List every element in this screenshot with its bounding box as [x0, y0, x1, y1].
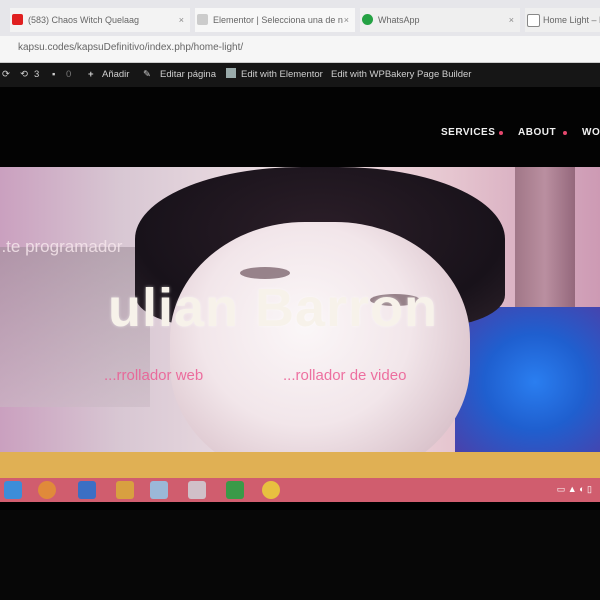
whatsapp-icon: [362, 14, 373, 25]
page-icon: [527, 14, 540, 27]
background-blanket: [455, 307, 600, 452]
hero-section: ...te programador ulian Barron ...rrolla…: [0, 167, 600, 452]
browser-tab-strip: (583) Chaos Witch Quelaag × Elementor | …: [0, 0, 600, 36]
tab-label: Home Light – K: [543, 15, 600, 25]
comments-count[interactable]: 0: [66, 69, 71, 80]
tab-label: WhatsApp: [378, 15, 420, 25]
edit-with-wpbakery-link[interactable]: Edit with WPBakery Page Builder: [331, 69, 471, 80]
url-text[interactable]: kapsu.codes/kapsuDefinitivo/index.php/ho…: [18, 42, 243, 53]
address-bar[interactable]: kapsu.codes/kapsuDefinitivo/index.php/ho…: [0, 36, 600, 63]
site-header: SERVICES ABOUT WO: [0, 87, 600, 167]
excel-icon[interactable]: [226, 481, 244, 499]
pencil-icon: ✎: [143, 69, 151, 80]
network-app-icon[interactable]: [150, 481, 168, 499]
wp-admin-bar: ⟳ ⟲ 3 ▪ 0 + Añadir ✎ Editar página Edit …: [0, 63, 600, 87]
tab-label: Elementor | Selecciona una de n: [213, 15, 343, 25]
browser-tab-home-light[interactable]: Home Light – K: [525, 8, 600, 32]
folder-icon[interactable]: [262, 481, 280, 499]
edit-with-elementor-link[interactable]: Edit with Elementor: [241, 69, 323, 80]
nav-separator: [563, 131, 567, 135]
elementor-logo-icon: [226, 68, 236, 78]
hero-role: ...rrollador web: [104, 367, 204, 384]
customize-icon[interactable]: ⟳: [2, 69, 10, 80]
page-bottom-strip: [0, 452, 600, 478]
updates-count[interactable]: 3: [34, 69, 39, 80]
monitor-screen: (583) Chaos Witch Quelaag × Elementor | …: [0, 0, 600, 510]
new-content-link[interactable]: Añadir: [102, 69, 129, 80]
firefox-icon[interactable]: [38, 481, 56, 499]
hero-name: ulian Barron: [108, 278, 439, 338]
word-icon[interactable]: [78, 481, 96, 499]
close-tab-icon[interactable]: ×: [179, 8, 184, 32]
monitor-bezel: [0, 510, 600, 600]
hero-subtitle: ...te programador: [0, 237, 123, 256]
chart-app-icon[interactable]: [116, 481, 134, 499]
background-shelf: [515, 167, 575, 307]
start-button[interactable]: [4, 481, 22, 499]
nav-item-about[interactable]: ABOUT: [518, 127, 556, 138]
comments-icon[interactable]: ▪: [52, 69, 55, 80]
windows-taskbar: ▭ ▲ ◐ ▯: [0, 478, 600, 502]
browser-tab-elementor[interactable]: Elementor | Selecciona una de n ×: [195, 8, 355, 32]
nav-separator: [499, 131, 503, 135]
browser-tab-whatsapp[interactable]: WhatsApp ×: [360, 8, 520, 32]
close-tab-icon[interactable]: ×: [509, 8, 514, 32]
elementor-icon: [197, 14, 208, 25]
nav-item-work[interactable]: WO: [582, 127, 600, 138]
nav-item-services[interactable]: SERVICES: [441, 127, 495, 138]
updates-icon[interactable]: ⟲: [20, 69, 28, 80]
hero-role: ...rollador de video: [283, 367, 407, 384]
youtube-icon: [12, 14, 23, 25]
plus-icon: +: [88, 69, 94, 80]
browser-tab-youtube[interactable]: (583) Chaos Witch Quelaag ×: [10, 8, 190, 32]
system-tray[interactable]: ▭ ▲ ◐ ▯: [557, 484, 592, 495]
edit-page-link[interactable]: Editar página: [160, 69, 216, 80]
screenshot-app-icon[interactable]: [188, 481, 206, 499]
tab-label: (583) Chaos Witch Quelaag: [28, 15, 140, 25]
close-tab-icon[interactable]: ×: [344, 8, 349, 32]
